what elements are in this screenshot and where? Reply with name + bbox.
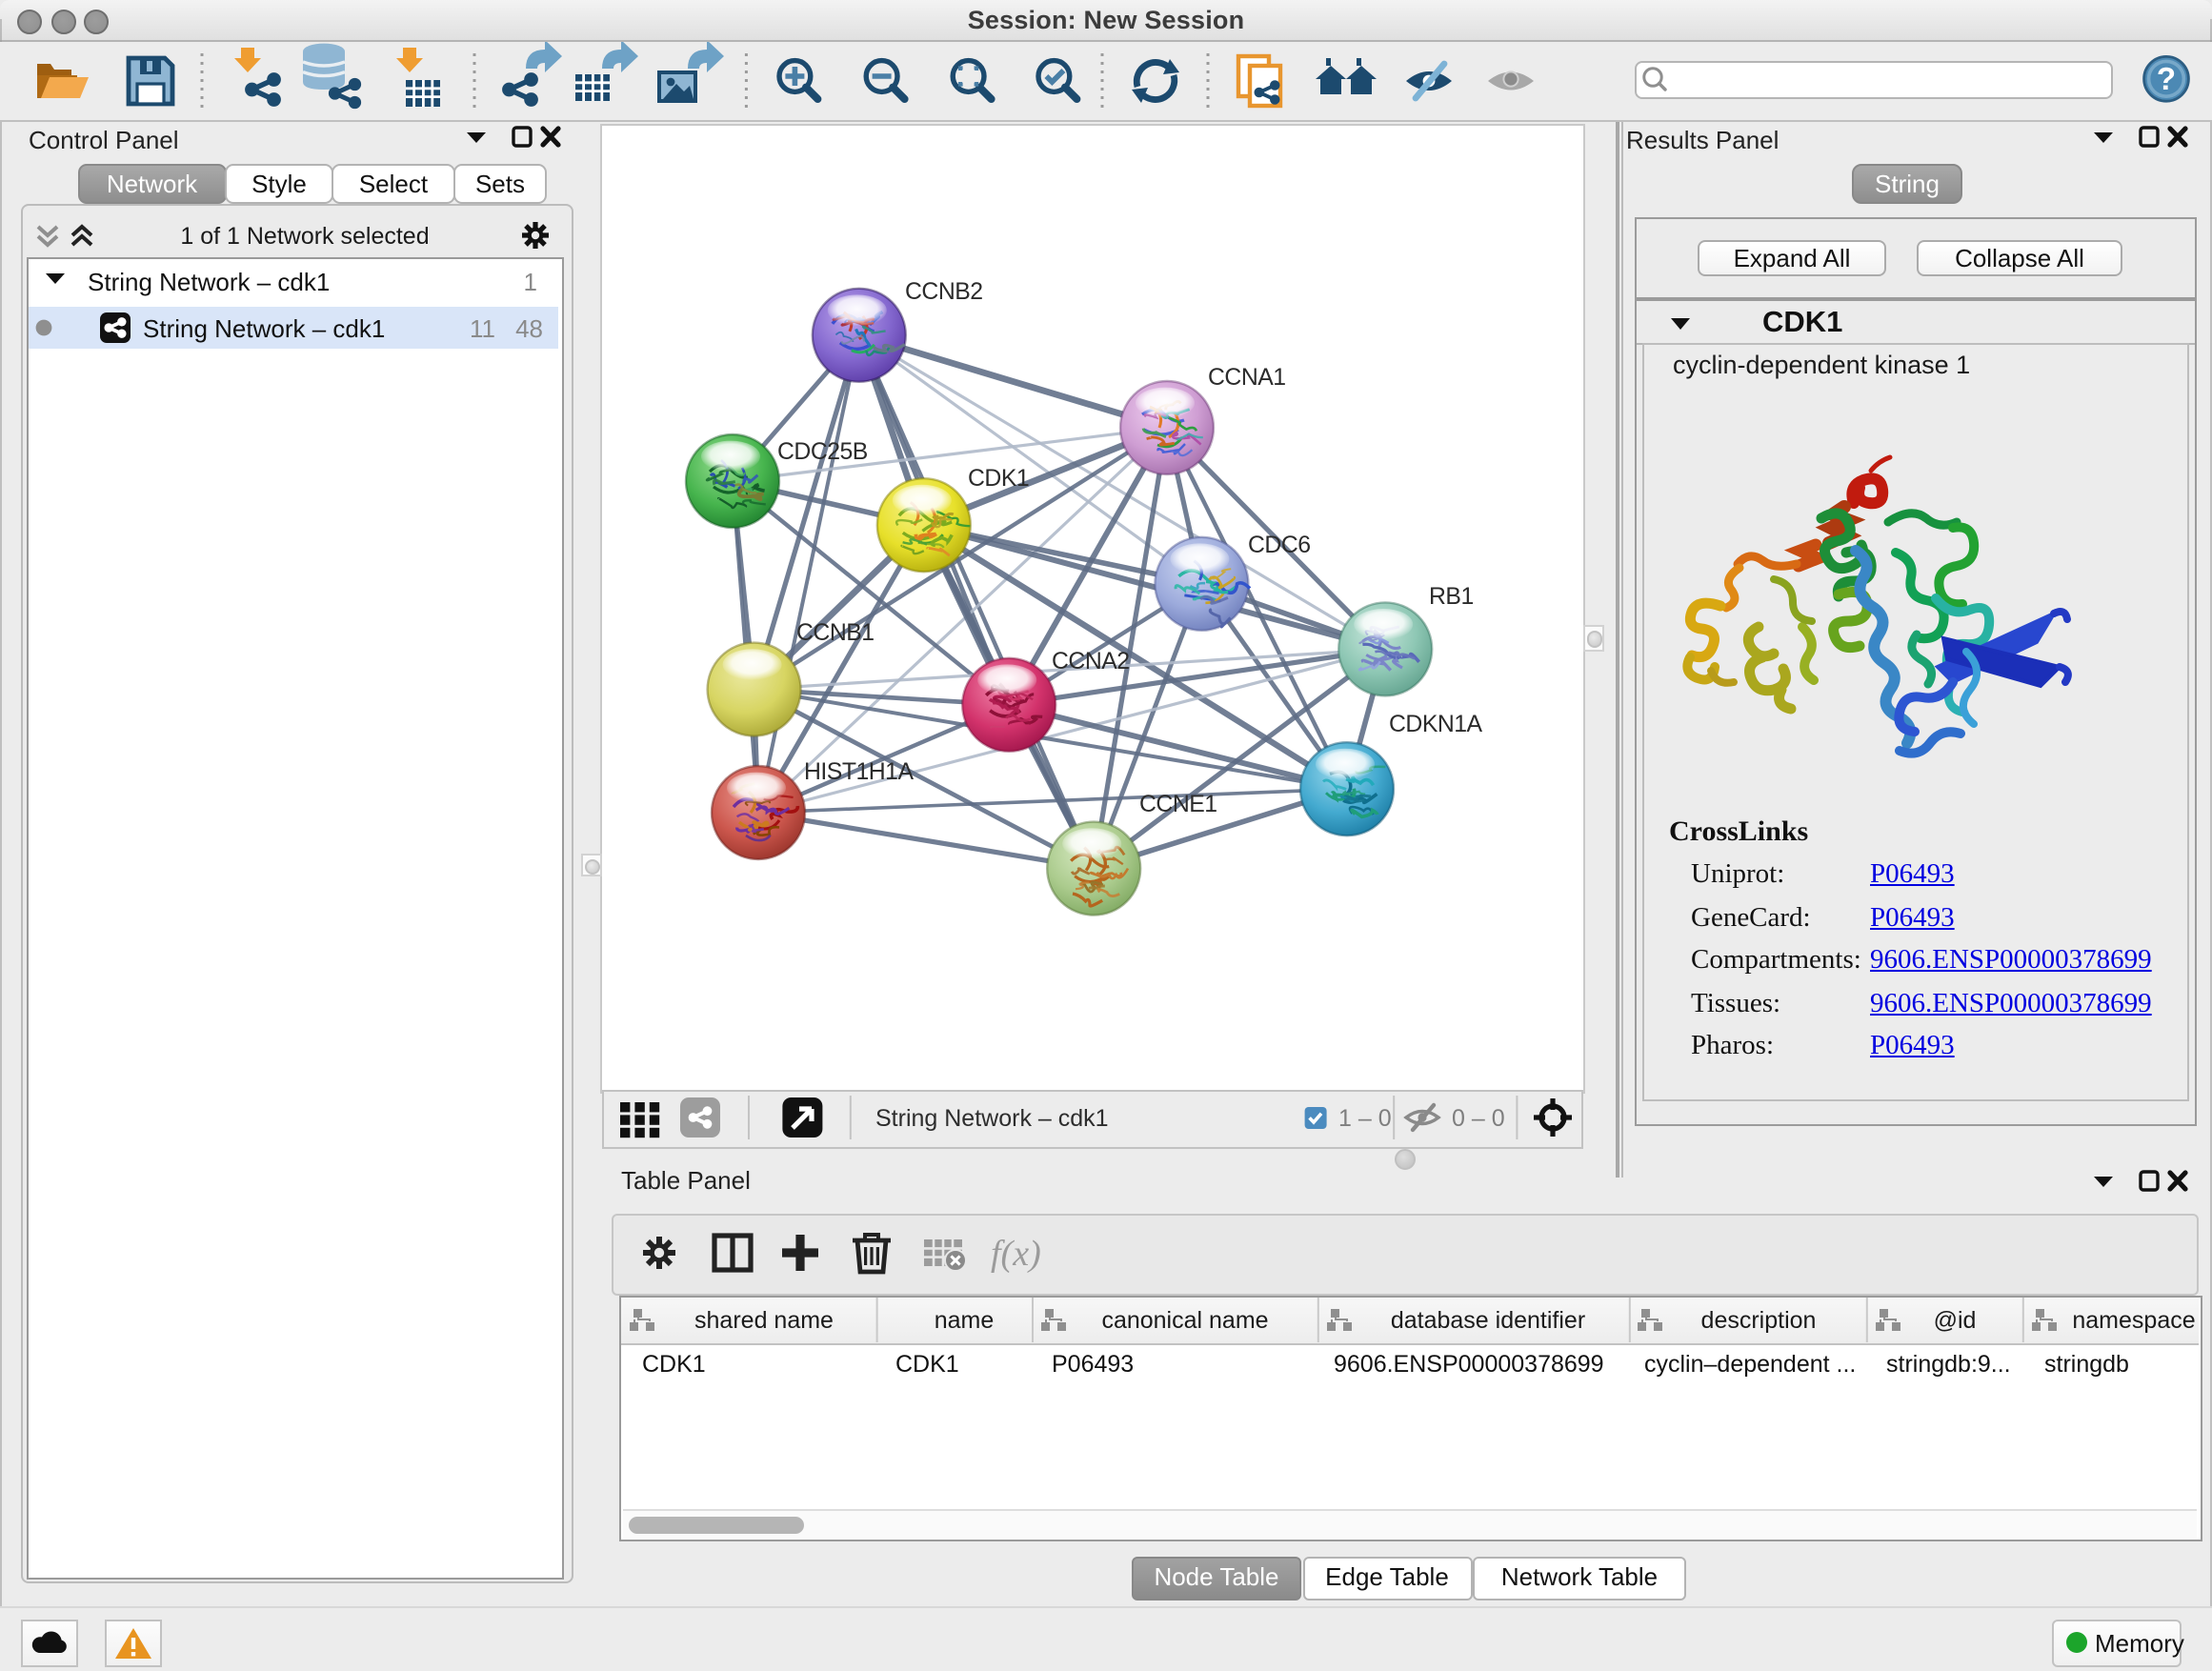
svg-text:namespace: namespace [2072,1307,2195,1334]
svg-text:1: 1 [524,267,537,295]
svg-text:String Network – cdk1: String Network – cdk1 [143,313,385,342]
svg-text:CDC25B: CDC25B [777,439,868,465]
svg-text:String Network – cdk1: String Network – cdk1 [88,267,330,295]
svg-text:CCNA2: CCNA2 [1052,649,1130,674]
svg-text:48: 48 [515,313,543,342]
svg-text:HIST1H1A: HIST1H1A [804,759,914,785]
svg-text:CDK1: CDK1 [968,466,1029,492]
svg-text:1 of 1 Network selected: 1 of 1 Network selected [180,223,429,250]
svg-text:?: ? [2157,60,2176,95]
svg-text:description: description [1701,1307,1817,1334]
svg-text:0 – 0: 0 – 0 [1452,1105,1505,1132]
svg-text:database identifier: database identifier [1391,1307,1585,1334]
svg-text:CDKN1A: CDKN1A [1389,712,1483,737]
svg-text:f(x): f(x) [991,1234,1041,1274]
svg-text:canonical name: canonical name [1101,1307,1268,1334]
svg-text:CCNE1: CCNE1 [1139,792,1217,817]
svg-text:CCNA1: CCNA1 [1208,365,1286,391]
svg-text:CDC6: CDC6 [1248,533,1311,558]
svg-text:RB1: RB1 [1429,584,1474,610]
svg-text:shared name: shared name [694,1307,834,1334]
svg-text:String Network – cdk1: String Network – cdk1 [875,1105,1109,1132]
svg-text:1 – 0: 1 – 0 [1338,1105,1392,1132]
svg-text:@id: @id [1934,1307,1977,1334]
svg-text:CCNB1: CCNB1 [796,620,875,646]
svg-text:name: name [935,1307,995,1334]
svg-text:CCNB2: CCNB2 [905,279,983,305]
svg-text:11: 11 [470,313,495,342]
